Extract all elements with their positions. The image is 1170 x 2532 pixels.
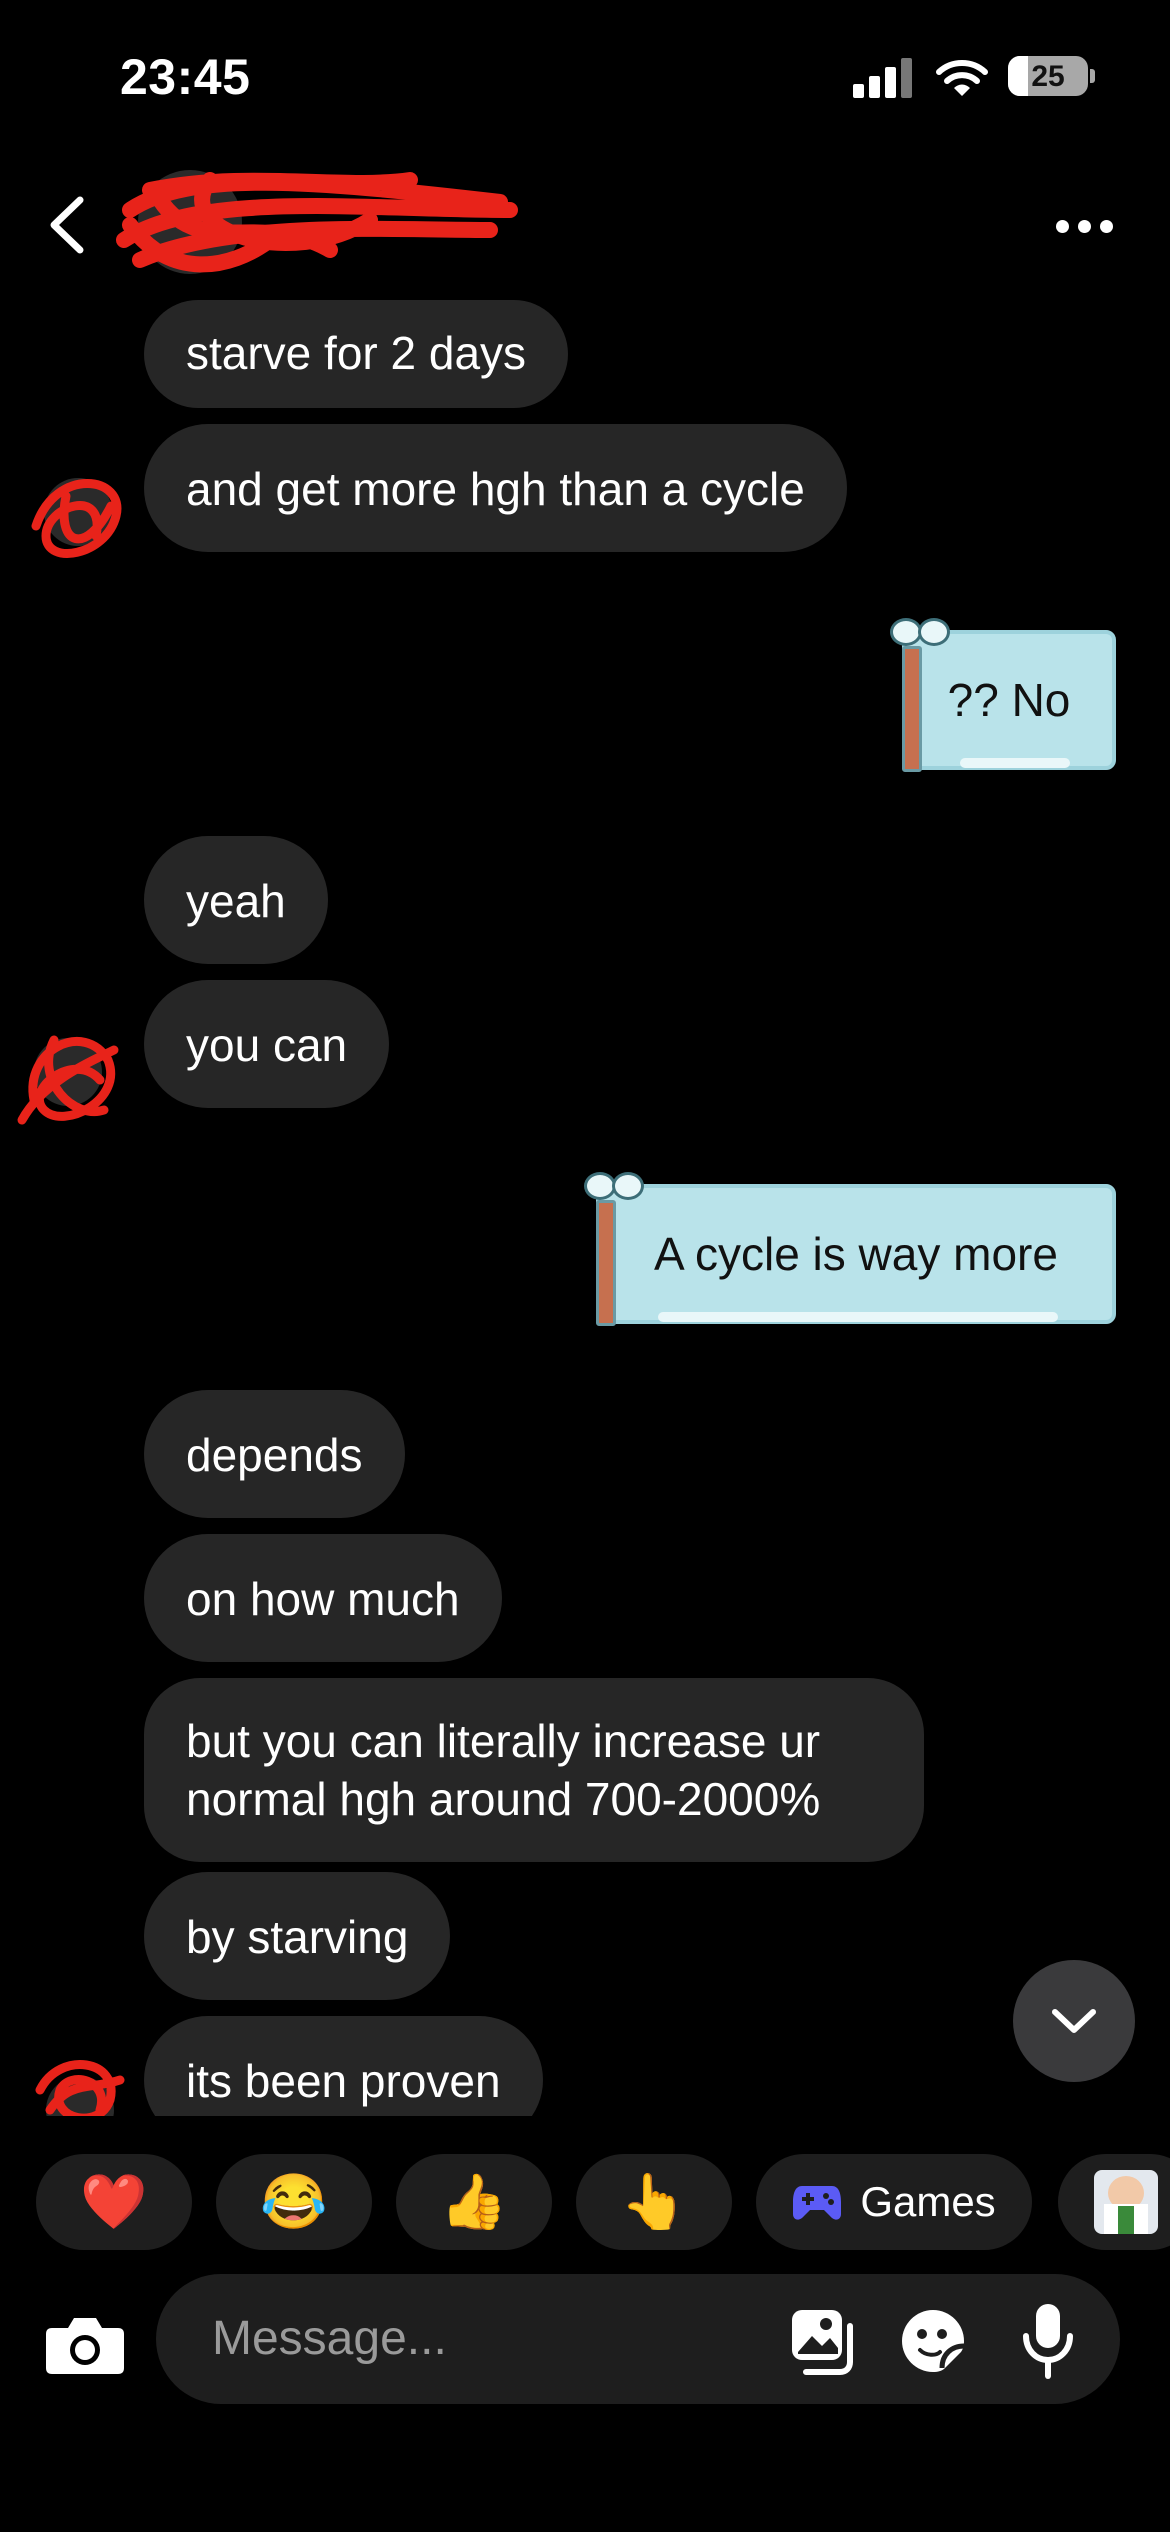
- message-bubble[interactable]: yeah: [144, 836, 328, 964]
- redacted-avatar[interactable]: [4, 1020, 124, 1140]
- camera-icon: [46, 2318, 124, 2374]
- message-bubble[interactable]: you can: [144, 980, 390, 1108]
- note-text: ?? No: [947, 674, 1071, 726]
- chevron-left-icon: [50, 196, 84, 254]
- gamepad-icon: [793, 2186, 842, 2220]
- sent-note-message[interactable]: ?? No: [884, 616, 1134, 776]
- wifi-icon: [936, 58, 988, 98]
- note-post: [902, 646, 922, 772]
- games-button[interactable]: Games: [756, 2154, 1032, 2250]
- scroll-to-bottom-button[interactable]: [1013, 1960, 1135, 2082]
- redacted-avatar[interactable]: [30, 2050, 130, 2116]
- quick-reaction-heart[interactable]: ❤️: [36, 2154, 192, 2250]
- note-text: A cycle is way more: [654, 1228, 1058, 1280]
- quick-reaction-point[interactable]: 👆: [576, 2154, 732, 2250]
- note-eyes-icon: [886, 618, 952, 646]
- microphone-icon: [1023, 2304, 1073, 2379]
- quick-reaction-thumbs-up[interactable]: 👍: [396, 2154, 552, 2250]
- battery-icon: 25: [1008, 56, 1088, 96]
- cartoon-sticker-icon: [1094, 2170, 1158, 2234]
- message-bubble[interactable]: its been proven: [144, 2016, 543, 2116]
- status-time: 23:45: [120, 49, 251, 105]
- redacted-contact-name[interactable]: [110, 150, 530, 290]
- quick-reaction-laugh[interactable]: 😂: [216, 2154, 372, 2250]
- back-button[interactable]: [40, 190, 100, 260]
- gallery-button[interactable]: [788, 2306, 858, 2376]
- thumbs-up-icon: 👍: [440, 2171, 508, 2232]
- voice-message-button[interactable]: [1016, 2300, 1080, 2380]
- tears-of-joy-icon: 😂: [260, 2171, 328, 2232]
- heart-icon: ❤️: [80, 2171, 148, 2232]
- message-bubble[interactable]: but you can literally increase ur normal…: [144, 1678, 924, 1862]
- battery-nub: [1090, 69, 1095, 83]
- message-bubble[interactable]: starve for 2 days: [144, 300, 569, 408]
- sticker-icon: [902, 2310, 965, 2372]
- note-eyes-icon: [580, 1172, 646, 1200]
- message-bubble[interactable]: depends: [144, 1390, 405, 1518]
- more-options-button[interactable]: [1050, 206, 1120, 242]
- chevron-down-icon: [1052, 2009, 1096, 2033]
- message-bubble[interactable]: and get more hgh than a cycle: [144, 424, 847, 552]
- redacted-avatar[interactable]: [16, 456, 136, 576]
- message-bubble[interactable]: on how much: [144, 1534, 502, 1662]
- cellular-signal-icon: [853, 58, 913, 98]
- message-input[interactable]: [210, 2302, 774, 2374]
- sent-note-message[interactable]: A cycle is way more: [578, 1170, 1134, 1330]
- games-label: Games: [860, 2178, 996, 2225]
- message-bubble[interactable]: by starving: [144, 1872, 451, 2000]
- message-clip: its been proven: [0, 1990, 1170, 2116]
- sticker-button[interactable]: [898, 2306, 968, 2376]
- battery-level: 25: [1031, 60, 1065, 93]
- camera-button[interactable]: [40, 2298, 130, 2388]
- sticker-suggestion[interactable]: [1058, 2154, 1170, 2250]
- pointing-up-icon: 👆: [620, 2171, 688, 2232]
- note-post: [596, 1200, 616, 1326]
- gallery-icon: [792, 2310, 853, 2375]
